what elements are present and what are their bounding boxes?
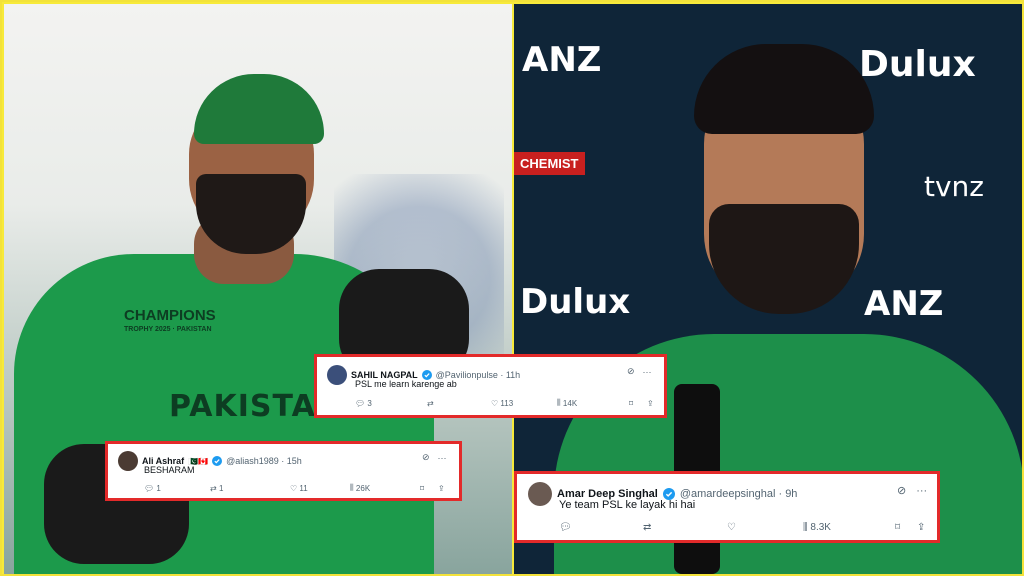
- like-button[interactable]: ♡ 113: [491, 399, 557, 408]
- tweet-text: PSL me learn karenge ab: [355, 379, 457, 389]
- views-count: 8.3K: [810, 522, 831, 533]
- views-count: 14K: [562, 398, 578, 408]
- grok-icon[interactable]: ⊘: [422, 452, 430, 463]
- like-button[interactable]: ♡ 11: [290, 484, 350, 493]
- reply-icon: 💬︎: [144, 483, 155, 493]
- heart-icon: ♡: [491, 398, 499, 408]
- like-count: 113: [500, 398, 514, 408]
- grok-icon[interactable]: ⊘: [627, 366, 635, 377]
- avatar[interactable]: [528, 482, 552, 506]
- repost-icon: ⇄: [643, 522, 652, 533]
- bookmark-icon[interactable]: ⌑: [629, 399, 647, 408]
- reply-button[interactable]: 💬︎ 3: [355, 399, 427, 408]
- share-icon[interactable]: ⇪: [647, 399, 654, 408]
- heart-icon: ♡: [727, 522, 736, 533]
- jersey-champions-text: CHAMPIONS: [124, 307, 216, 324]
- player-cap: [194, 74, 324, 144]
- sponsor-logo-tvnz: tvnz: [924, 170, 984, 203]
- sponsor-logo-chemist: CHEMIST: [514, 152, 585, 175]
- tweet-card[interactable]: SAHIL NAGPAL @Pavilionpulse · 11h ⊘ ··· …: [314, 354, 667, 418]
- person-beard: [709, 204, 859, 314]
- like-button[interactable]: ♡: [727, 522, 803, 533]
- repost-button[interactable]: ⇄ 1: [210, 484, 290, 493]
- views-button[interactable]: ⫼ 14K: [557, 398, 629, 408]
- reply-button[interactable]: 💬︎ 1: [144, 484, 210, 493]
- sponsor-logo-anz: ANZ: [522, 40, 602, 80]
- avatar[interactable]: [327, 365, 347, 385]
- repost-icon: ⇄: [427, 398, 434, 408]
- more-options-icon[interactable]: ···: [643, 367, 652, 377]
- jersey-trophy-text: TROPHY 2025 · PAKISTAN: [124, 326, 212, 333]
- tweet-card[interactable]: Ali Ashraf 🇵🇰🇨🇦 @aliash1989 · 15h ⊘ ··· …: [105, 441, 462, 501]
- image-frame: CHAMPIONS TROPHY 2025 · PAKISTAN PAKISTA…: [0, 0, 1024, 576]
- avatar[interactable]: [118, 451, 138, 471]
- tweet-text: BESHARAM: [144, 465, 195, 475]
- reply-count: 3: [367, 398, 372, 408]
- repost-count: 1: [218, 483, 224, 493]
- reply-icon: 💬︎: [355, 398, 366, 408]
- more-options-icon[interactable]: ···: [438, 453, 447, 463]
- repost-icon: ⇄: [210, 483, 217, 493]
- repost-button[interactable]: ⇄: [427, 399, 491, 408]
- bookmark-icon[interactable]: ⌑: [420, 484, 438, 493]
- share-icon[interactable]: ⇪: [917, 522, 925, 533]
- views-button[interactable]: ⫼ 26K: [350, 483, 420, 493]
- views-count: 26K: [355, 483, 371, 493]
- tweet-handle-time[interactable]: @aliash1989 · 15h: [226, 456, 302, 466]
- grok-icon[interactable]: ⊘: [897, 484, 906, 497]
- sponsor-logo-dulux-2: Dulux: [520, 282, 631, 322]
- verified-badge-icon: [212, 456, 223, 466]
- tweet-handle-time[interactable]: @amardeepsinghal · 9h: [680, 488, 798, 500]
- views-button[interactable]: ⫼ 8.3K: [803, 522, 895, 533]
- reply-button[interactable]: 💬︎: [559, 522, 643, 533]
- share-icon[interactable]: ⇪: [438, 484, 445, 493]
- more-options-icon[interactable]: ···: [916, 485, 927, 497]
- tweet-card[interactable]: Amar Deep Singhal @amardeepsinghal · 9h …: [514, 471, 940, 543]
- tweet-text: Ye team PSL ke layak hi hai: [559, 499, 696, 511]
- views-chart-icon: ⫼: [557, 398, 561, 407]
- views-chart-icon: ⫼: [803, 522, 808, 533]
- heart-icon: ♡: [290, 483, 298, 493]
- bookmark-icon[interactable]: ⌑: [895, 522, 917, 533]
- sponsor-logo-dulux: Dulux: [859, 44, 976, 85]
- person-hair: [694, 44, 874, 134]
- sponsor-logo-anz-2: ANZ: [864, 284, 944, 324]
- like-count: 11: [299, 483, 308, 493]
- repost-button[interactable]: ⇄: [643, 522, 727, 533]
- views-chart-icon: ⫼: [350, 483, 354, 492]
- reply-count: 1: [156, 483, 161, 493]
- reply-icon: 💬︎: [559, 522, 572, 533]
